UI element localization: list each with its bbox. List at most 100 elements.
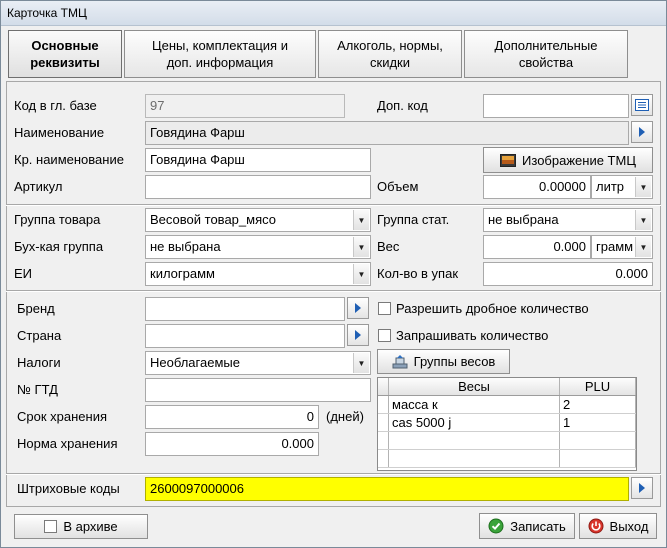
power-icon	[588, 518, 604, 534]
weight-label: Вес	[377, 239, 400, 254]
plu-cell[interactable]: 2	[559, 395, 636, 414]
row-indicator	[378, 413, 389, 432]
item-image-button[interactable]: Изображение ТМЦ	[483, 147, 653, 173]
name-label: Наименование	[14, 125, 105, 140]
arrow-right-icon	[639, 127, 645, 137]
barcode-expand-button[interactable]	[631, 477, 653, 499]
volume-label: Объем	[377, 179, 419, 194]
arrow-right-icon	[355, 330, 361, 340]
tab-prices[interactable]: Цены, комплектация и доп. информация	[124, 30, 316, 78]
scale-cell[interactable]: cas 5000 j	[388, 413, 560, 432]
scales-column-header[interactable]: Весы	[388, 378, 560, 396]
country-label: Страна	[17, 328, 62, 343]
archive-label: В архиве	[63, 519, 118, 534]
brand-field[interactable]	[145, 297, 345, 321]
plu-cell[interactable]: 1	[559, 413, 636, 432]
window: Карточка ТМЦ Основные реквизиты Цены, ком…	[0, 0, 667, 548]
divider	[6, 473, 661, 475]
tab-label-line2: доп. информация	[166, 55, 274, 70]
code-label: Код в гл. базе	[14, 98, 97, 113]
code-field: 97	[145, 94, 345, 118]
weight-field[interactable]: 0.000	[483, 235, 591, 259]
shortname-label: Кр. наименование	[14, 152, 124, 167]
chevron-down-icon: ▼	[353, 210, 369, 230]
gtd-label: № ГТД	[17, 382, 58, 397]
unit-label: ЕИ	[14, 266, 33, 281]
chevron-down-icon: ▼	[353, 237, 369, 257]
exit-button[interactable]: Выход	[579, 513, 657, 539]
statgroup-select[interactable]: не выбрана ▼	[483, 208, 653, 232]
weight-unit-select[interactable]: грамм ▼	[591, 235, 653, 259]
shelflife-unit: (дней)	[326, 409, 364, 424]
shortname-field[interactable]: Говядина Фарш	[145, 148, 371, 172]
divider	[6, 204, 661, 206]
tab-label-line1: Дополнительные	[494, 38, 598, 53]
accgroup-select[interactable]: не выбрана ▼	[145, 235, 371, 259]
askqty-checkbox[interactable]	[378, 329, 391, 342]
tab-label-line2: реквизиты	[30, 55, 100, 70]
packqty-label: Кол-во в упак	[377, 266, 459, 281]
tax-select[interactable]: Необлагаемые ▼	[145, 351, 371, 375]
packqty-field[interactable]: 0.000	[483, 262, 653, 286]
shelflife-field[interactable]: 0	[145, 405, 319, 429]
scale-cell[interactable]: масса к	[388, 395, 560, 414]
tax-label: Налоги	[17, 355, 61, 370]
chevron-down-icon: ▼	[635, 237, 651, 257]
storage-label: Норма хранения	[17, 436, 118, 451]
article-field[interactable]	[145, 175, 371, 199]
unit-select[interactable]: килограмм ▼	[145, 262, 371, 286]
tab-label-line2: скидки	[370, 55, 410, 70]
tax-value: Необлагаемые	[150, 355, 240, 370]
tab-label-line1: Цены, комплектация и	[152, 38, 288, 53]
group-select[interactable]: Весовой товар_мясо ▼	[145, 208, 371, 232]
tab-additional-properties[interactable]: Дополнительные свойства	[464, 30, 628, 78]
name-field[interactable]: Говядина Фарш	[145, 121, 629, 145]
storage-field[interactable]: 0.000	[145, 432, 319, 456]
addcode-field[interactable]	[483, 94, 629, 118]
volume-unit-value: литр	[596, 179, 625, 194]
brand-select-button[interactable]	[347, 297, 369, 319]
table-row[interactable]: cas 5000 j 1	[378, 413, 636, 432]
unit-value: килограмм	[150, 266, 215, 281]
row-indicator	[378, 395, 389, 414]
plu-column-header[interactable]: PLU	[559, 378, 636, 396]
arrow-right-icon	[355, 303, 361, 313]
tab-label-line1: Алкоголь, нормы,	[337, 38, 443, 53]
statgroup-value: не выбрана	[488, 212, 559, 227]
arrow-right-icon	[639, 483, 645, 493]
chevron-down-icon: ▼	[353, 264, 369, 284]
row-indicator-header	[378, 378, 389, 396]
tab-main-requisites[interactable]: Основные реквизиты	[8, 30, 122, 78]
fractional-checkbox[interactable]	[378, 302, 391, 315]
tab-label-line1: Основные	[31, 38, 99, 53]
table-row[interactable]: масса к 2	[378, 395, 636, 414]
chevron-down-icon: ▼	[635, 210, 651, 230]
image-icon	[500, 153, 517, 167]
save-button[interactable]: Записать	[479, 513, 575, 539]
divider	[6, 290, 661, 292]
country-field[interactable]	[145, 324, 345, 348]
gtd-field[interactable]	[145, 378, 371, 402]
statgroup-label: Группа стат.	[377, 212, 450, 227]
weight-unit-value: грамм	[596, 239, 634, 254]
addcode-label: Доп. код	[377, 98, 428, 113]
barcode-label: Штриховые коды	[17, 481, 120, 496]
item-image-button-label: Изображение ТМЦ	[522, 152, 636, 168]
accgroup-value: не выбрана	[150, 239, 221, 254]
barcode-field[interactable]: 2600097000006	[145, 477, 629, 501]
save-button-label: Записать	[510, 518, 566, 534]
volume-unit-select[interactable]: литр ▼	[591, 175, 653, 199]
list-icon[interactable]	[631, 94, 653, 116]
scale-groups-button[interactable]: Группы весов	[377, 349, 510, 374]
chevron-down-icon: ▼	[353, 353, 369, 373]
accgroup-label: Бух-кая группа	[14, 239, 104, 254]
name-expand-button[interactable]	[631, 121, 653, 143]
table-row-empty	[378, 449, 636, 468]
archive-toggle[interactable]: В архиве	[14, 514, 148, 539]
shelflife-label: Срок хранения	[17, 409, 107, 424]
archive-checkbox[interactable]	[44, 520, 58, 533]
scales-table[interactable]: Весы PLU масса к 2 cas 5000 j 1	[377, 377, 637, 471]
tab-alcohol[interactable]: Алкоголь, нормы, скидки	[318, 30, 462, 78]
country-select-button[interactable]	[347, 324, 369, 346]
volume-field[interactable]: 0.00000	[483, 175, 591, 199]
